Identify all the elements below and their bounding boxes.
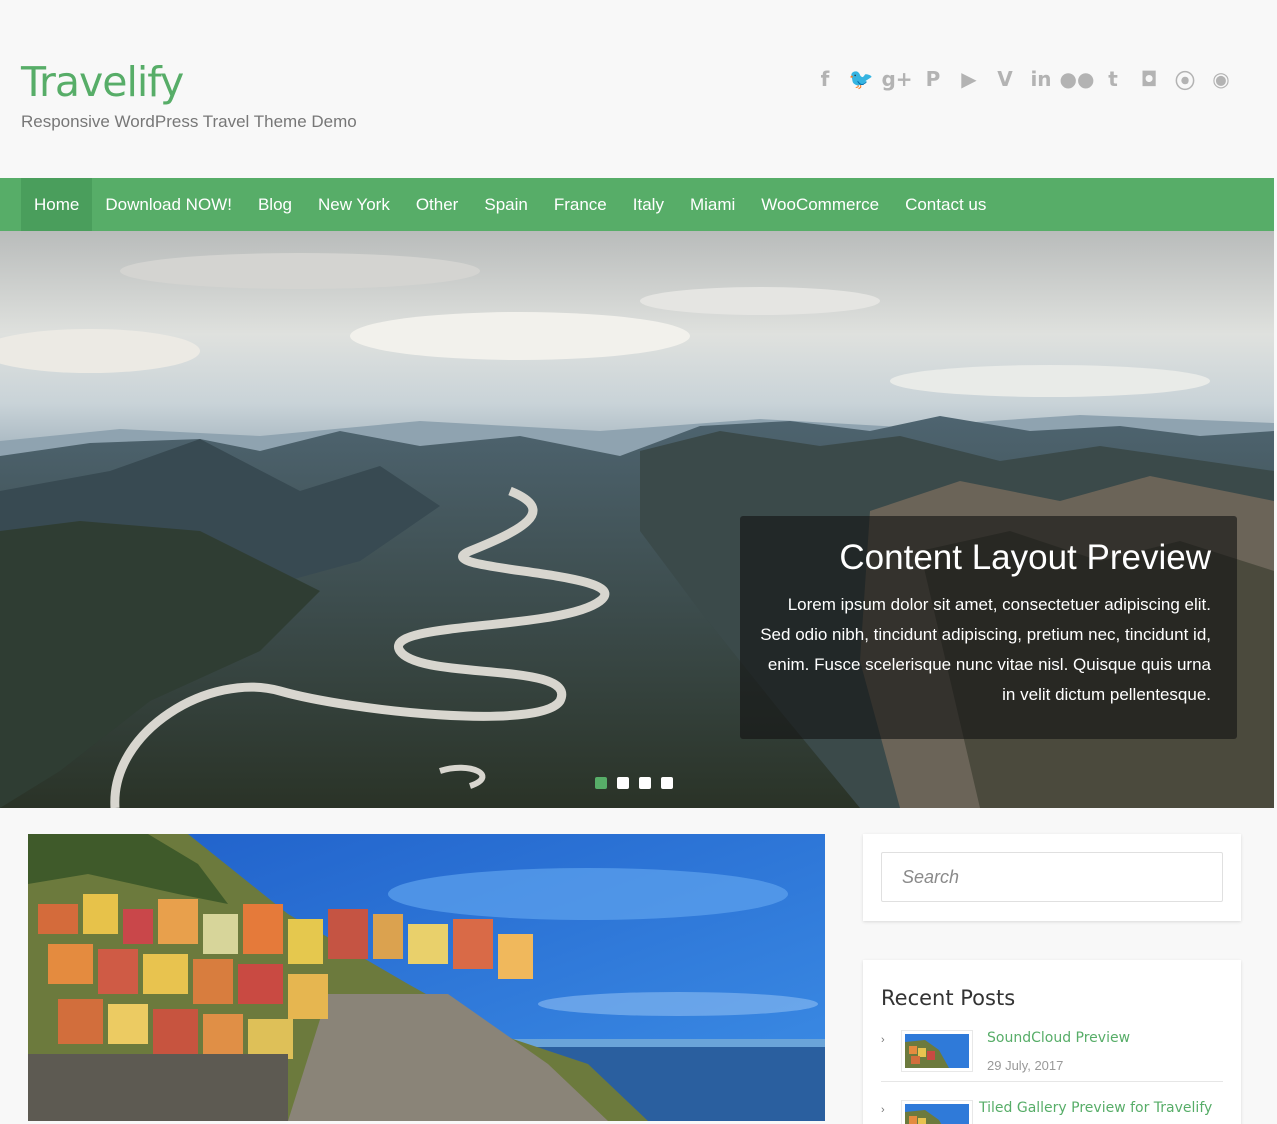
search-widget bbox=[863, 834, 1241, 921]
slide-caption: Content Layout Preview Lorem ipsum dolor… bbox=[740, 516, 1237, 739]
recent-post-link[interactable]: Tiled Gallery Preview for Travelify bbox=[979, 1100, 1212, 1116]
site-logo[interactable]: Travelify bbox=[21, 58, 184, 106]
recent-post-item: › SoundCloud Preview 29 July, 2017 bbox=[881, 1030, 1223, 1078]
tumblr-icon[interactable]: t bbox=[1101, 64, 1125, 94]
recent-post-thumbnail[interactable] bbox=[901, 1100, 973, 1124]
chevron-right-icon: › bbox=[881, 1104, 885, 1116]
twitter-icon[interactable]: 🐦 bbox=[849, 64, 874, 94]
flickr-icon[interactable]: ●● bbox=[1060, 64, 1095, 94]
recent-post-date: 29 July, 2017 bbox=[987, 1058, 1064, 1073]
hero-slider[interactable]: Content Layout Preview Lorem ipsum dolor… bbox=[0, 231, 1274, 808]
nav-item-contact-us[interactable]: Contact us bbox=[892, 178, 999, 231]
site-tagline: Responsive WordPress Travel Theme Demo bbox=[21, 112, 357, 131]
search-input[interactable] bbox=[881, 852, 1223, 902]
github-icon[interactable]: ◉ bbox=[1209, 64, 1233, 94]
slide-caption-text: Lorem ipsum dolor sit amet, consectetuer… bbox=[760, 595, 1211, 704]
nav-item-italy[interactable]: Italy bbox=[620, 178, 677, 231]
nav-item-blog[interactable]: Blog bbox=[245, 178, 305, 231]
nav-item-new-york[interactable]: New York bbox=[305, 178, 403, 231]
recent-posts-widget: Recent Posts › SoundCloud Preview 29 Jul… bbox=[863, 960, 1241, 1124]
linkedin-icon[interactable]: in bbox=[1029, 64, 1053, 94]
slider-dot-1[interactable] bbox=[595, 777, 607, 789]
social-icons: f 🐦 g+ P ▶ V in ●● t ◘ ⦿ ◉ bbox=[813, 64, 1233, 94]
instagram-icon[interactable]: ◘ bbox=[1137, 64, 1161, 94]
nav-item-woocommerce[interactable]: WooCommerce bbox=[748, 178, 892, 231]
chevron-right-icon: › bbox=[881, 1034, 885, 1046]
slider-dot-4[interactable] bbox=[661, 777, 673, 789]
nav-item-home[interactable]: Home bbox=[21, 178, 93, 231]
youtube-icon[interactable]: ▶ bbox=[957, 64, 981, 94]
recent-posts-title: Recent Posts bbox=[881, 986, 1016, 1010]
nav-item-download-now[interactable]: Download NOW! bbox=[92, 178, 245, 231]
slider-pagination bbox=[595, 777, 673, 789]
recent-post-item: › Tiled Gallery Preview for Travelify bbox=[881, 1100, 1223, 1124]
pinterest-icon[interactable]: P bbox=[921, 64, 945, 94]
slide-caption-title[interactable]: Content Layout Preview bbox=[760, 538, 1211, 578]
vimeo-icon[interactable]: V bbox=[993, 64, 1017, 94]
recent-post-thumbnail[interactable] bbox=[901, 1030, 973, 1072]
recent-post-link[interactable]: SoundCloud Preview bbox=[987, 1030, 1130, 1046]
nav-item-miami[interactable]: Miami bbox=[677, 178, 748, 231]
facebook-icon[interactable]: f bbox=[813, 64, 837, 94]
nav-item-spain[interactable]: Spain bbox=[471, 178, 540, 231]
rss-icon[interactable]: ⦿ bbox=[1173, 64, 1197, 94]
divider bbox=[881, 1081, 1223, 1082]
site-header: Travelify Responsive WordPress Travel Th… bbox=[0, 0, 1277, 178]
nav-item-other[interactable]: Other bbox=[403, 178, 472, 231]
nav-item-france[interactable]: France bbox=[541, 178, 620, 231]
slider-dot-3[interactable] bbox=[639, 777, 651, 789]
google-plus-icon[interactable]: g+ bbox=[881, 64, 912, 94]
slider-dot-2[interactable] bbox=[617, 777, 629, 789]
featured-post-image[interactable] bbox=[28, 834, 825, 1121]
main-navigation: Home Download NOW! Blog New York Other S… bbox=[0, 178, 1274, 231]
